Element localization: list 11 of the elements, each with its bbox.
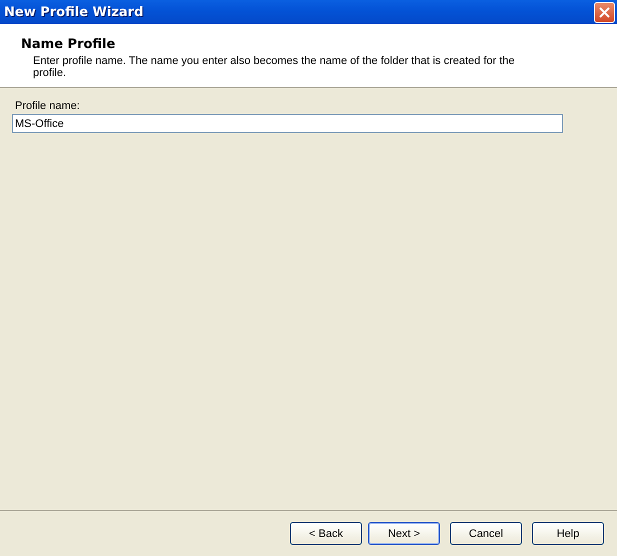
close-icon — [599, 6, 610, 18]
field-label: Profile name: — [15, 100, 81, 112]
page-title: Name Profile — [21, 37, 116, 52]
next-button[interactable]: Next > — [368, 522, 440, 545]
back-button[interactable]: < Back — [290, 522, 362, 545]
cancel-button[interactable]: Cancel — [450, 522, 522, 545]
help-button[interactable]: Help — [532, 522, 604, 545]
page-description: Enter profile name. The name you enter also becomes the name of the folder that is created for the profile. — [33, 55, 516, 79]
close-button[interactable] — [594, 2, 615, 22]
window-title: New Profile Wizard — [4, 4, 144, 20]
profile-name-field[interactable]: MS-Office — [12, 114, 563, 133]
